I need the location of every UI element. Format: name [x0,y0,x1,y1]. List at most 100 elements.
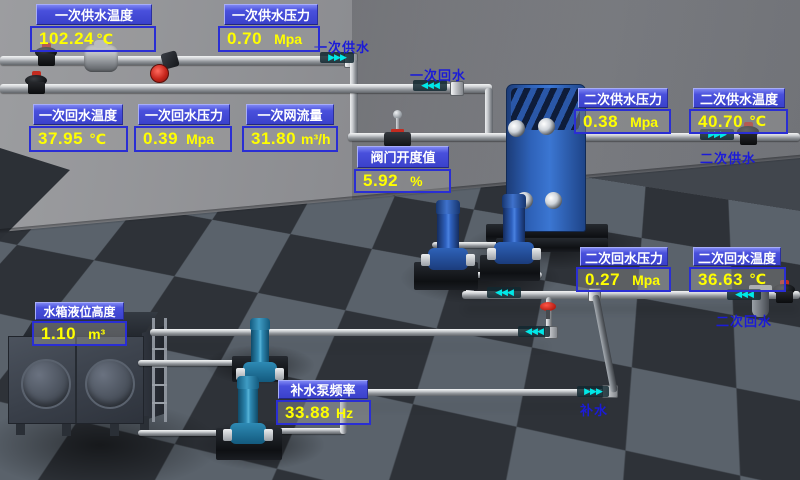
meter-value: 0.39 [143,129,178,149]
meter-label: 水箱液位高度 [35,302,124,320]
pump-volute [230,423,266,444]
pipe-primary-return-drop [485,88,493,138]
meter-unit: ℃ [96,31,113,48]
gauge-dial [150,64,169,83]
pressure-gauge[interactable] [150,52,180,82]
meter-label: 一次回水温度 [33,104,123,125]
pump-body [503,208,525,242]
meter-label: 阀门开度值 [357,146,449,168]
pump-body [251,330,269,362]
meter-value: 31.80 [251,129,296,149]
meter-unit: Mpa [274,31,302,47]
meter-value-box[interactable]: 102.24 ℃ [30,26,156,52]
pipe-makeup-line [344,389,606,396]
meter-unit: ℃ [749,113,766,130]
meter-label: 一次供水压力 [224,4,318,25]
hx-port [508,120,525,137]
pump-motor [237,376,259,389]
pump-volute [428,248,468,270]
meter-value: 40.70 [698,112,743,132]
pipe-secondary-supply [556,133,800,141]
meter-value-box[interactable]: 37.95 ℃ [29,126,128,152]
control-valve[interactable] [384,110,412,148]
ladder-rung [152,384,167,386]
meter-value-box[interactable]: 36.63 ℃ [689,267,786,292]
pipe-primary-to-hx [348,133,508,141]
meter-unit: Hz [336,405,353,421]
tag-primary-supply: 一次供水 [314,37,370,56]
valve-body [776,291,793,303]
flow-arrow-secondary-return: ◀◀◀ [487,287,521,298]
meter-label: 一次回水压力 [138,104,230,125]
tag-secondary-supply: 二次供水 [700,148,756,167]
pump-body [238,389,258,423]
pump-volute [494,242,534,264]
pipe-primary-supply-drop [350,60,358,138]
meter-label: 二次供水压力 [578,88,668,108]
meter-value: 5.92 [363,171,398,191]
meter-value-box[interactable]: 5.92 % [354,169,451,193]
meter-value: 36.63 [698,270,743,290]
pump-motor [250,318,270,330]
water-tank[interactable] [8,336,144,424]
makeup-pump-b[interactable] [228,376,268,446]
meter-label: 二次回水温度 [693,247,781,266]
meter-label: 二次回水压力 [580,247,668,266]
ladder-rung [152,402,167,404]
meter-value: 0.38 [583,112,618,132]
meter-label: 一次网流量 [246,104,334,125]
meter-unit: Mpa [632,272,660,288]
makeup-pump-a[interactable] [240,318,280,384]
meter-value-box[interactable]: 0.70 Mpa [218,26,320,52]
meter-value: 1.10 [41,324,76,344]
pump-motor [502,194,526,208]
hx-port [545,192,562,209]
pipe-tank-suction-a [138,360,240,366]
valve-body [740,133,757,145]
circulation-pump-a[interactable] [424,200,472,270]
meter-unit: ℃ [749,271,766,288]
tag-makeup: 补水 [580,400,608,419]
flow-arrow-tank-fill: ◀◀◀ [518,326,550,337]
valve-stem [546,310,550,319]
ladder-rung [152,366,167,368]
valve-body [28,82,45,94]
ladder-rung [152,348,167,350]
meter-value: 37.95 [38,129,83,149]
tank-hatch-left [21,359,71,409]
circulation-pump-b[interactable] [490,194,538,264]
valve-primary-return[interactable] [24,71,50,95]
valve-body [384,132,411,147]
meter-unit: Mpa [186,131,214,147]
meter-value: 0.27 [585,270,620,290]
meter-label: 二次供水温度 [693,88,785,108]
meter-value-box[interactable]: 1.10 m³ [32,321,127,346]
meter-value-box[interactable]: 0.39 Mpa [134,126,232,152]
meter-unit: ℃ [89,131,106,148]
meter-value-box[interactable]: 40.70 ℃ [689,109,788,134]
valve-tank-fill[interactable] [540,302,556,320]
meter-value: 33.88 [285,403,330,423]
meter-unit: m³ [88,326,105,342]
meter-label: 一次供水温度 [36,4,152,25]
hmi-heat-station-screen: ▶▶▶ ◀◀◀ ▶▶▶ ◀◀◀ ◀◀◀ ◀◀◀ ▶▶▶ 一次供水 一次回水 二次… [0,0,800,480]
meter-value-box[interactable]: 31.80 m³/h [242,126,338,152]
meter-value: 0.70 [227,29,262,49]
tank-hatch-right [85,359,135,409]
tag-secondary-return: 二次回水 [716,311,772,330]
valve-body [38,54,55,66]
meter-unit: m³/h [301,131,331,147]
meter-value: 102.24 [39,29,94,49]
tag-primary-return: 一次回水 [410,65,466,84]
pump-motor [436,200,460,214]
meter-unit: % [410,173,422,189]
meter-label: 补水泵频率 [278,380,368,399]
meter-value-box[interactable]: 0.38 Mpa [574,109,671,134]
pump-body [437,214,459,248]
tank-panel-seam [75,337,77,423]
pipe-tank-fill [150,329,550,336]
meter-value-box[interactable]: 0.27 Mpa [576,267,671,292]
meter-value-box[interactable]: 33.88 Hz [276,400,371,425]
hx-port [538,118,555,135]
flow-arrow-makeup: ▶▶▶ [577,386,609,397]
